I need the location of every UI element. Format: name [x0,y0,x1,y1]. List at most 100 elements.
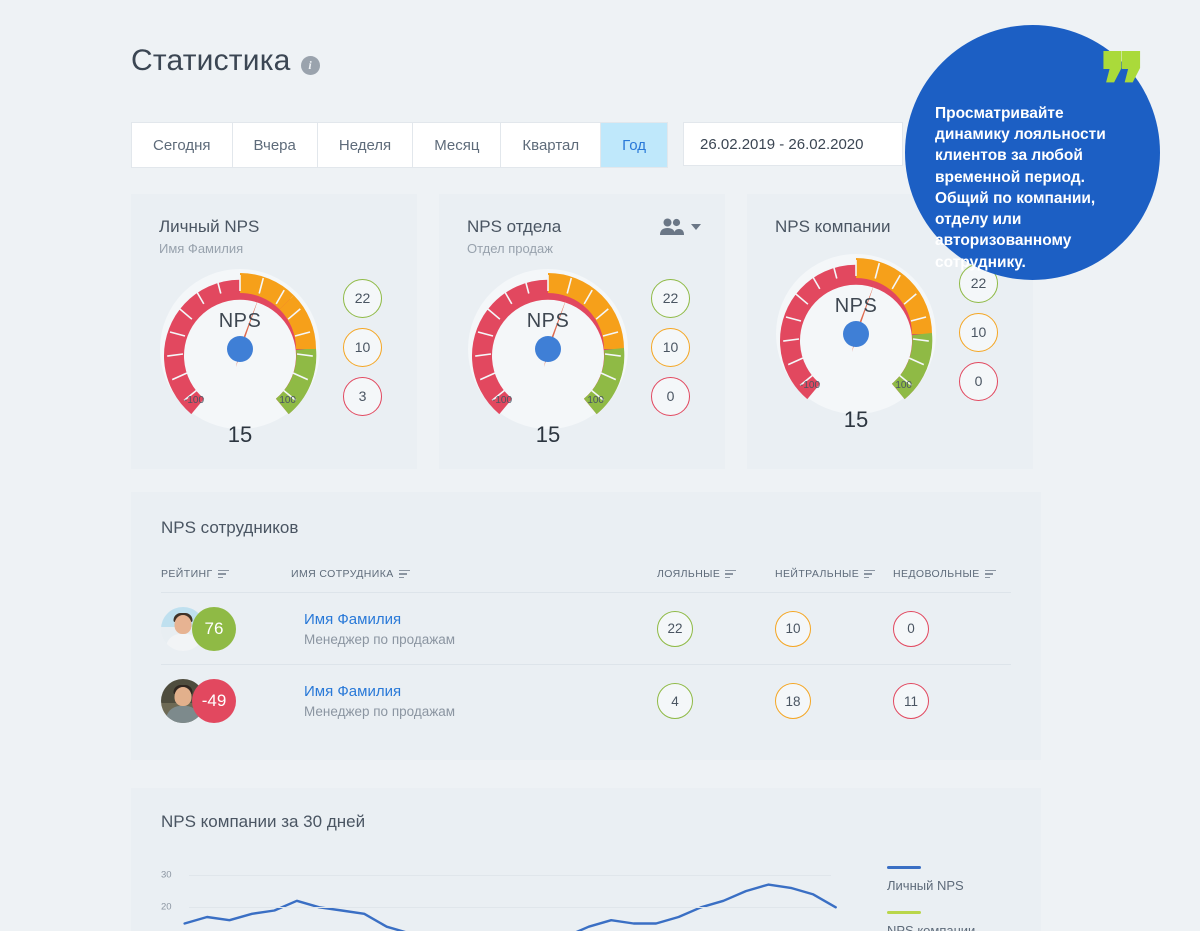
gauge-min-label: -100 [800,380,821,392]
cell-name: Имя Фамилия Менеджер по продажам [291,611,657,647]
tab-month[interactable]: Месяц [413,123,502,167]
chart-legend: Личный NPS NPS компании [861,862,1011,931]
card-title: NPS компании [775,217,891,236]
cell-rating: -49 [161,679,291,723]
employee-role: Менеджер по продажам [304,631,456,647]
card-header: Личный NPS Имя Фамилия [159,216,393,256]
cell-unhappy: 0 [893,610,1011,647]
gauge-max-label: 100 [895,380,912,392]
neutral-count: 18 [775,683,811,719]
employees-panel: NPS сотрудников РЕЙТИНГ ИМЯ СОТРУДНИКА Л… [131,492,1041,760]
badge-neutral: 10 [959,312,998,352]
gridline [189,874,831,876]
gauge-max-label: 100 [279,395,296,407]
column-label: ЛОЯЛЬНЫЕ [657,568,721,580]
employee-name-link[interactable]: Имя Фамилия [304,611,657,628]
rating-score: 76 [192,606,236,651]
unhappy-count: 0 [893,610,929,647]
badge-loyal: 22 [343,278,382,318]
chart-title: NPS компании за 30 дней [161,812,366,831]
sort-icon [217,569,229,579]
sort-icon [864,569,876,579]
rating-score: -49 [192,679,236,723]
cell-loyal: 4 [657,683,775,719]
gridline [189,907,831,909]
page-title: Статистика [131,44,291,77]
kpi-cards: Личный NPS Имя Фамилия NPS -100 100 15 2… [131,194,1033,469]
gauge-badges: 22 10 0 [959,263,998,401]
tab-week[interactable]: Неделя [318,123,414,167]
unhappy-count: 11 [893,683,929,719]
column-label: РЕЙТИНГ [161,568,213,580]
badge-unhappy: 3 [343,376,382,416]
table-row[interactable]: -49 Имя Фамилия Менеджер по продажам 4 1… [161,665,1011,737]
table-row[interactable]: 76 Имя Фамилия Менеджер по продажам 22 1… [161,593,1011,665]
chart-area: 30 20 Личный NPS NPS компании [161,862,1011,931]
gauge-row: NPS -100 100 15 22 10 0 [467,268,701,447]
card-title: Личный NPS [159,217,260,236]
column-header-neutral[interactable]: НЕЙТРАЛЬНЫЕ [775,568,893,580]
nps-gauge: NPS -100 100 15 [775,253,937,432]
gauge-min-label: -100 [492,395,513,407]
gauge-value: 15 [535,422,561,448]
cell-neutral: 18 [775,683,893,719]
badge-loyal: 22 [651,278,690,318]
gauge-badges: 22 10 0 [651,278,690,416]
badge-unhappy: 0 [959,361,998,401]
department-selector[interactable] [659,218,701,236]
column-label: НЕДОВОЛЬНЫЕ [893,568,980,580]
legend-item-company: NPS компании [887,911,1011,931]
legend-swatch [887,911,921,914]
loyal-count: 4 [657,683,693,719]
gauge-center-label: NPS [526,310,570,333]
gauge-row: NPS -100 100 15 22 10 3 [159,268,393,447]
tab-quarter[interactable]: Квартал [501,123,602,167]
gauge-center-label: NPS [218,310,262,333]
card-personal-nps: Личный NPS Имя Фамилия NPS -100 100 15 2… [131,194,417,469]
cell-unhappy: 11 [893,683,1011,719]
info-icon[interactable]: i [300,55,320,75]
employee-role: Менеджер по продажам [304,704,456,719]
employee-name-link[interactable]: Имя Фамилия [304,683,657,700]
legend-swatch [887,866,921,869]
card-header: NPS отдела Отдел продаж [467,216,701,256]
nps-gauge: NPS -100 100 15 [467,268,629,447]
cell-name: Имя Фамилия Менеджер по продажам [291,683,657,719]
nps-line-chart [161,862,861,931]
chart-panel: NPS компании за 30 дней 30 20 Личный NPS… [131,788,1041,931]
date-range-input[interactable]: 26.02.2019 - 26.02.2020 [683,122,904,166]
legend-item-personal: Личный NPS [887,866,1011,893]
cell-neutral: 10 [775,610,893,647]
tab-today[interactable]: Сегодня [132,123,233,167]
chart-plot: 30 20 [161,862,861,931]
nps-gauge: NPS -100 100 15 [159,268,321,447]
column-header-name[interactable]: ИМЯ СОТРУДНИКА [291,568,657,580]
gauge-value: 15 [843,407,869,433]
cell-loyal: 22 [657,610,775,647]
y-tick-label: 20 [161,901,172,913]
feature-callout-bubble: ❞ Просматривайте динамику лояльности кли… [905,25,1160,280]
card-subtitle: Отдел продаж [467,241,553,257]
people-icon [660,218,684,235]
legend-label: Личный NPS [887,878,964,893]
panel-title: NPS сотрудников [161,518,299,537]
sort-icon [984,569,996,579]
column-header-rating[interactable]: РЕЙТИНГ [161,568,291,580]
gauge-badges: 22 10 3 [343,278,382,416]
tab-year[interactable]: Год [601,123,668,167]
period-toolbar: Сегодня Вчера Неделя Месяц Квартал Год 2… [131,122,904,168]
legend-label: NPS компании [887,923,976,931]
gauge-min-label: -100 [184,395,205,407]
loyal-count: 22 [657,610,693,647]
badge-neutral: 10 [343,327,382,367]
table-header: РЕЙТИНГ ИМЯ СОТРУДНИКА ЛОЯЛЬНЫЕ НЕЙТРАЛЬ… [161,568,1011,593]
tab-yesterday[interactable]: Вчера [233,123,318,167]
page-header: Статистика i [131,46,320,76]
card-title: NPS отдела [467,217,562,236]
column-label: ИМЯ СОТРУДНИКА [291,568,394,580]
column-header-unhappy[interactable]: НЕДОВОЛЬНЫЕ [893,568,1011,580]
column-header-loyal[interactable]: ЛОЯЛЬНЫЕ [657,568,775,580]
card-subtitle: Имя Фамилия [159,241,244,257]
badge-unhappy: 0 [651,376,690,416]
sort-icon [725,569,737,579]
